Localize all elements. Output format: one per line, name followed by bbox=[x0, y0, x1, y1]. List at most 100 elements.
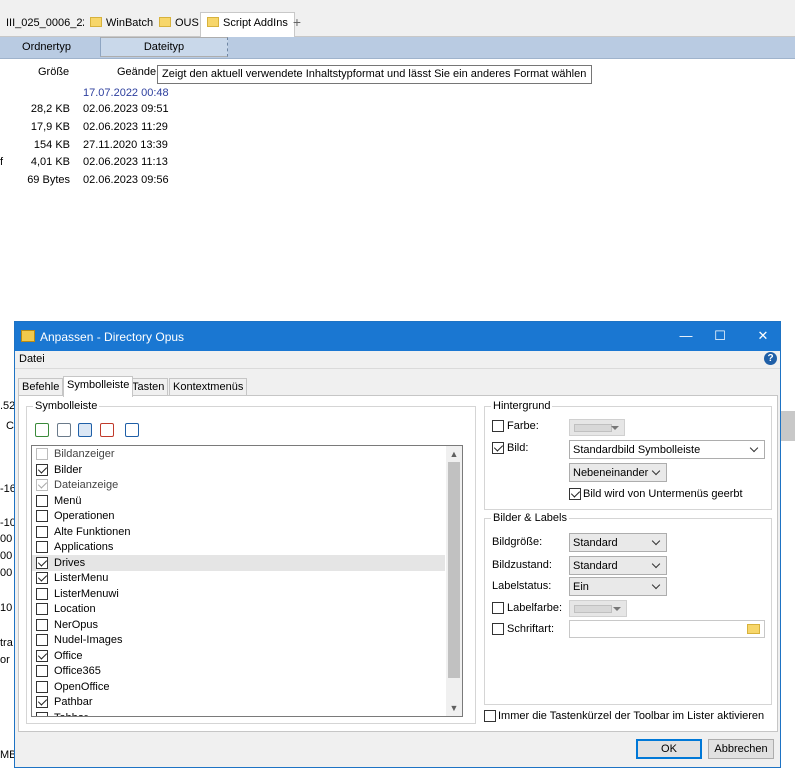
scroll-thumb[interactable] bbox=[448, 462, 460, 678]
toolbar-item-checkbox[interactable] bbox=[36, 510, 48, 522]
file-row[interactable]: f 4,01 KB 02.06.2023 11:13 bbox=[0, 154, 300, 172]
toolbar-item-checkbox[interactable] bbox=[36, 680, 48, 693]
toolbar-list-item[interactable]: ListerMenu bbox=[32, 570, 445, 586]
background-group: Hintergrund Farbe: Bild: Standardbild Sy… bbox=[484, 400, 772, 510]
file-date: 02.06.2023 09:56 bbox=[83, 174, 169, 186]
label-status-select[interactable]: Ein bbox=[569, 577, 667, 596]
toolbar-item-label: Location bbox=[54, 603, 96, 615]
toolbar-item-checkbox[interactable] bbox=[36, 649, 48, 662]
copy-toolbar-icon[interactable] bbox=[57, 423, 71, 437]
file-size: 4,01 KB bbox=[30, 156, 70, 168]
toolbar-item-checkbox[interactable] bbox=[36, 618, 48, 631]
toolbar-list-item[interactable]: Applications bbox=[32, 539, 445, 555]
tab-befehle[interactable]: Befehle bbox=[18, 378, 64, 396]
folder-icon bbox=[159, 17, 171, 27]
tab-winbatch[interactable]: WinBatch bbox=[84, 13, 161, 35]
help-icon[interactable]: ? bbox=[764, 352, 777, 365]
toolbar-list-item[interactable]: Operationen bbox=[32, 508, 445, 524]
tab-ous[interactable]: OUS bbox=[153, 13, 206, 35]
image-size-value: Standard bbox=[573, 537, 618, 549]
dialog-title-bar[interactable]: Anpassen - Directory Opus — ☐ ✕ bbox=[15, 322, 780, 351]
toolbar-list-item[interactable]: ListerMenuwi bbox=[32, 586, 445, 602]
column-modified[interactable]: Geände bbox=[117, 66, 156, 78]
column-file-type[interactable]: Dateityp bbox=[100, 37, 228, 57]
maximize-button[interactable]: ☐ bbox=[708, 326, 732, 346]
file-row[interactable]: 28,2 KB 02.06.2023 09:51 bbox=[0, 101, 300, 119]
vertical-scrollbar[interactable]: ▲ ▼ bbox=[446, 446, 462, 716]
toolbar-item-checkbox[interactable] bbox=[36, 463, 48, 476]
add-tab-button[interactable]: + bbox=[290, 15, 304, 31]
toolbar-list-item[interactable]: Drives bbox=[32, 554, 445, 571]
toolbar-item-checkbox[interactable] bbox=[36, 479, 48, 491]
tab-iii-025[interactable]: III_025_0006_22 bbox=[0, 13, 96, 35]
label-color-checkbox[interactable] bbox=[492, 602, 504, 614]
tab-symbolleiste[interactable]: Symbolleiste bbox=[63, 376, 134, 397]
column-folder-type[interactable]: Ordnertyp bbox=[0, 37, 93, 59]
folder-icon[interactable] bbox=[747, 624, 760, 634]
toolbar-item-checkbox[interactable] bbox=[36, 541, 48, 553]
file-row[interactable]: 154 KB 27.11.2020 13:39 bbox=[0, 137, 300, 155]
save-toolbar-icon[interactable] bbox=[78, 423, 92, 437]
image-state-select[interactable]: Standard bbox=[569, 556, 667, 575]
toolbar-list-item[interactable]: Tabbar bbox=[32, 710, 445, 716]
toolbar-list[interactable]: Bildanzeiger Bilder Dateianzeige Menü Operat… bbox=[31, 445, 463, 717]
toolbar-item-checkbox[interactable] bbox=[36, 711, 48, 716]
toolbar-item-checkbox[interactable] bbox=[36, 696, 48, 708]
toolbar-list-item[interactable]: Nudel-Images bbox=[32, 632, 445, 648]
tab-script-addins[interactable]: Script AddIns bbox=[200, 12, 295, 37]
fragment-text: or bbox=[0, 654, 10, 666]
ok-button[interactable]: OK bbox=[636, 739, 702, 759]
label-color-picker[interactable] bbox=[569, 600, 627, 617]
column-size[interactable]: Größe bbox=[38, 66, 69, 78]
toolbar-list-item[interactable]: Bildanzeiger bbox=[32, 446, 445, 462]
color-picker[interactable] bbox=[569, 419, 625, 436]
image-checkbox[interactable] bbox=[492, 442, 504, 454]
toolbar-hotkeys-checkbox[interactable] bbox=[484, 710, 496, 722]
toolbar-list-item[interactable]: Office365 bbox=[32, 663, 445, 679]
new-toolbar-icon[interactable] bbox=[35, 423, 49, 437]
toolbar-item-checkbox[interactable] bbox=[36, 525, 48, 538]
toolbar-list-item[interactable]: OpenOffice bbox=[32, 679, 445, 695]
toolbar-list-item[interactable]: Location bbox=[32, 601, 445, 617]
properties-toolbar-icon[interactable] bbox=[125, 423, 139, 437]
tab-tasten[interactable]: Tasten bbox=[128, 378, 169, 396]
tab-kontextmenues[interactable]: Kontextmenüs bbox=[169, 378, 248, 396]
color-checkbox[interactable] bbox=[492, 420, 504, 432]
toolbar-item-checkbox[interactable] bbox=[36, 634, 48, 646]
close-button[interactable]: ✕ bbox=[751, 326, 775, 346]
minimize-button[interactable]: — bbox=[674, 326, 698, 346]
scroll-down-arrow[interactable]: ▼ bbox=[446, 700, 462, 716]
scroll-up-arrow[interactable]: ▲ bbox=[446, 446, 462, 462]
toolbar-item-checkbox[interactable] bbox=[36, 448, 48, 460]
file-row[interactable]: 17,9 KB 02.06.2023 11:29 bbox=[0, 119, 300, 137]
dialog-menu-bar: Datei ? bbox=[15, 351, 780, 368]
cancel-button[interactable]: Abbrechen bbox=[708, 739, 774, 759]
toolbar-item-checkbox[interactable] bbox=[36, 603, 48, 615]
menu-file[interactable]: Datei bbox=[19, 353, 45, 365]
inherit-image-checkbox[interactable] bbox=[569, 488, 581, 500]
toolbar-item-label: Alte Funktionen bbox=[54, 525, 131, 538]
toolbar-list-item[interactable]: Pathbar bbox=[32, 694, 445, 710]
toolbar-list-item[interactable]: NerOpus bbox=[32, 617, 445, 633]
file-row[interactable]: 69 Bytes 02.06.2023 09:56 bbox=[0, 172, 300, 190]
toolbar-item-checkbox[interactable] bbox=[36, 572, 48, 584]
delete-toolbar-icon[interactable] bbox=[100, 423, 114, 437]
image-mode-select[interactable]: Nebeneinander bbox=[569, 463, 667, 482]
file-type-tooltip: Zeigt den aktuell verwendete Inhaltstypf… bbox=[157, 65, 593, 84]
font-checkbox[interactable] bbox=[492, 623, 504, 635]
toolbar-list-item[interactable]: Office bbox=[32, 648, 445, 664]
image-select[interactable]: Standardbild Symbolleiste bbox=[569, 440, 765, 459]
toolbar-item-checkbox[interactable] bbox=[36, 587, 48, 600]
dialog-title: Anpassen - Directory Opus bbox=[40, 330, 185, 344]
toolbar-list-item[interactable]: Menü bbox=[32, 493, 445, 509]
toolbar-list-item[interactable]: Bilder bbox=[32, 462, 445, 478]
file-date: 02.06.2023 09:51 bbox=[83, 103, 169, 115]
toolbar-item-checkbox[interactable] bbox=[36, 556, 48, 569]
image-size-select[interactable]: Standard bbox=[569, 533, 667, 552]
toolbar-list-item[interactable]: Dateianzeige bbox=[32, 477, 445, 493]
toolbar-list-item[interactable]: Alte Funktionen bbox=[32, 524, 445, 540]
toolbar-item-checkbox[interactable] bbox=[36, 494, 48, 507]
font-field[interactable] bbox=[569, 620, 765, 638]
toolbar-item-checkbox[interactable] bbox=[36, 665, 48, 677]
fragment-text: C bbox=[6, 420, 14, 432]
